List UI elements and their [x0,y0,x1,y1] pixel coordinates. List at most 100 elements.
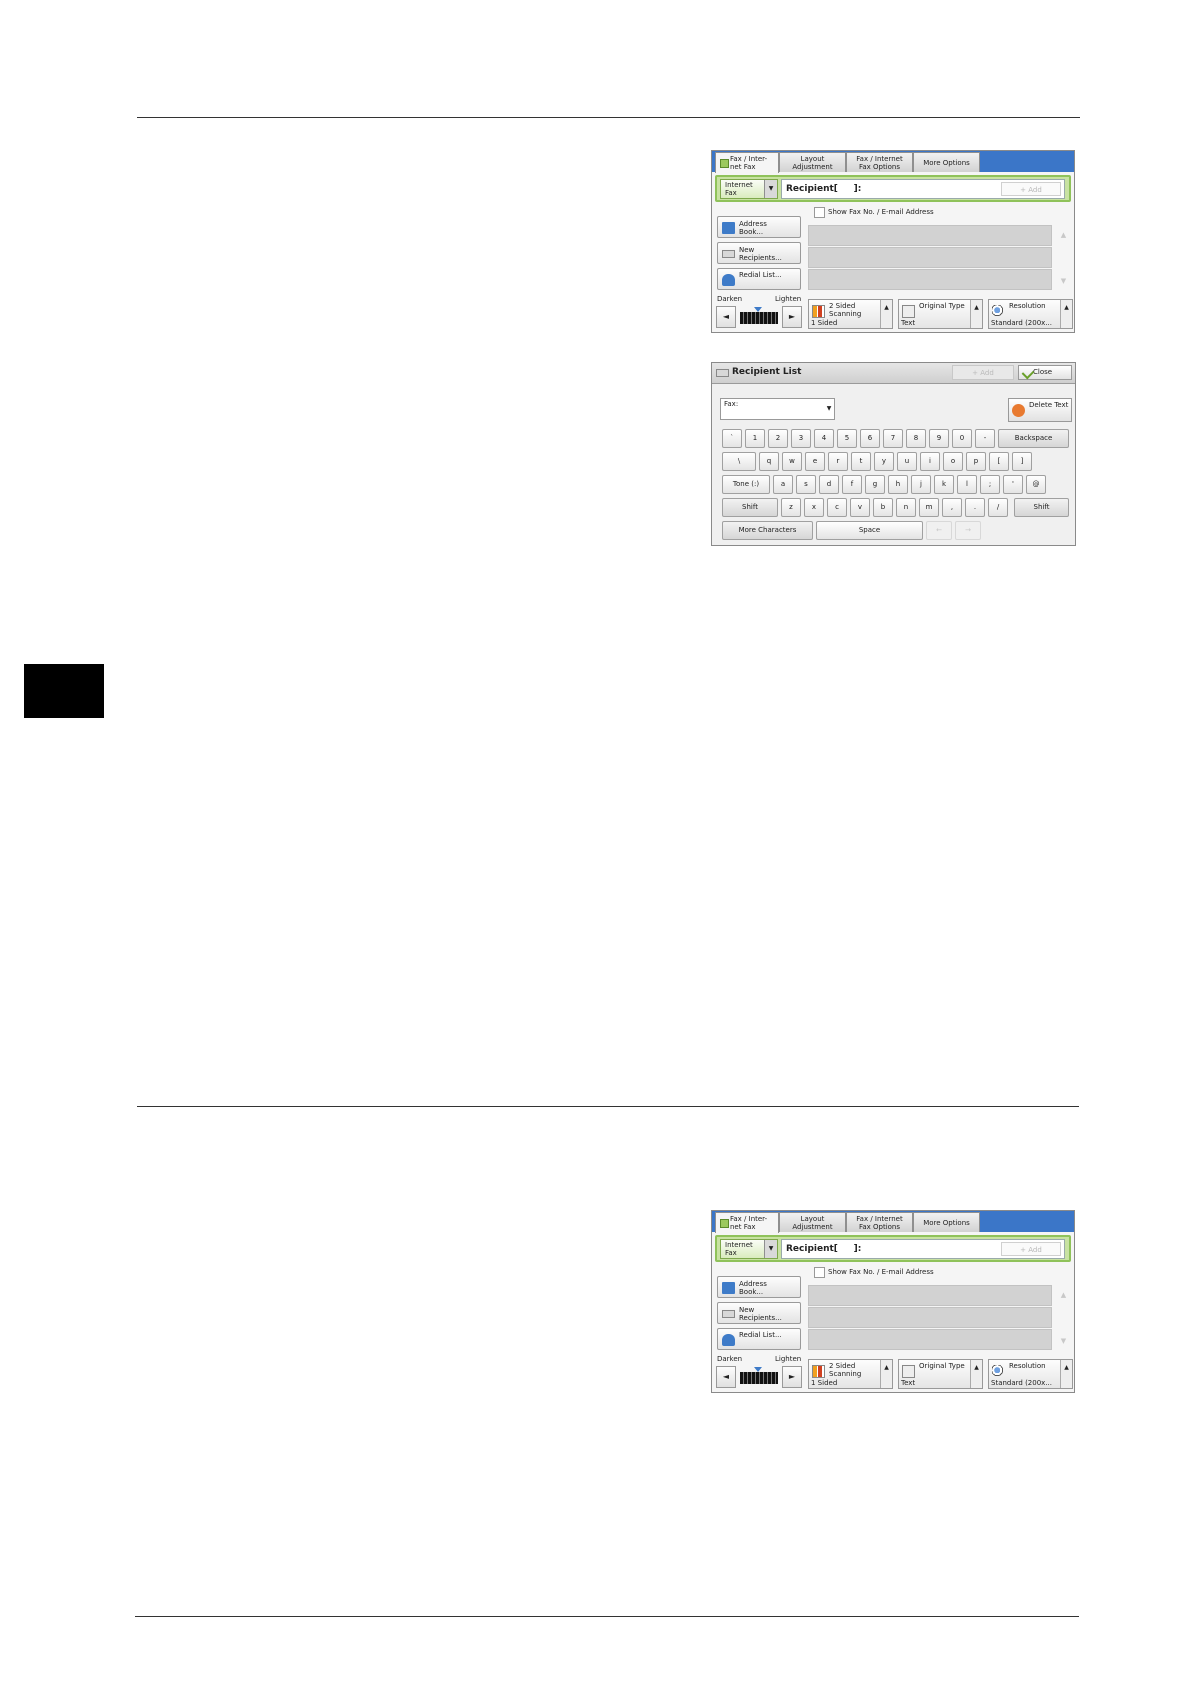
original-type-button[interactable]: Original Type Text ▲ [898,1359,983,1389]
key-11[interactable]: - [975,429,995,448]
list-row[interactable] [808,1285,1052,1306]
tab-fax-internet-fax[interactable]: Fax / Inter- net Fax [715,152,779,173]
original-type-button[interactable]: Original Type Text ▲ [898,299,983,329]
new-recipients-button[interactable]: New Recipients... [717,242,801,264]
key-2[interactable]: 2 [768,429,788,448]
list-row[interactable] [808,269,1052,290]
darken-arrow-button[interactable]: ◄ [716,306,736,328]
delete-text-button[interactable]: Delete Text [1008,398,1072,422]
key-r4-3[interactable]: v [850,498,870,517]
show-address-checkbox[interactable] [814,206,825,218]
key-0[interactable]: ` [722,429,742,448]
key-backslash[interactable]: \ [722,452,756,471]
key-r3-3[interactable]: f [842,475,862,494]
key-r3-6[interactable]: j [911,475,931,494]
density-slider[interactable]: ◄ ► [716,306,803,328]
redial-list-button[interactable]: Redial List... [717,1328,801,1350]
key-10[interactable]: 0 [952,429,972,448]
mode-select-button[interactable]: Internet Fax ▼ [720,179,778,199]
address-book-button[interactable]: Address Book... [717,1276,801,1298]
key-r3-0[interactable]: a [773,475,793,494]
tone-key[interactable]: Tone (:) [722,475,770,494]
key-r3-1[interactable]: s [796,475,816,494]
key-r4-1[interactable]: x [804,498,824,517]
density-slider[interactable]: ◄ ► [716,1366,803,1388]
scroll-down-icon[interactable]: ▼ [1055,1337,1072,1345]
add-button[interactable]: + Add [1001,182,1061,196]
key-r4-8[interactable]: . [965,498,985,517]
lighten-arrow-button[interactable]: ► [782,306,802,328]
key-r2-7[interactable]: i [920,452,940,471]
list-row[interactable] [808,247,1052,268]
key-r2-1[interactable]: w [782,452,802,471]
space-key[interactable]: Space [816,521,923,540]
key-r2-5[interactable]: y [874,452,894,471]
key-8[interactable]: 8 [906,429,926,448]
key-r3-4[interactable]: g [865,475,885,494]
scroll-up-icon[interactable]: ▲ [1055,1291,1072,1299]
key-r4-6[interactable]: m [919,498,939,517]
key-r4-2[interactable]: c [827,498,847,517]
key-r4-5[interactable]: n [896,498,916,517]
recipient-input[interactable]: Recipient[ ]: + Add [781,1239,1065,1259]
two-sided-scanning-button[interactable]: 2 Sided Scanning 1 Sided ▲ [808,1359,893,1389]
key-4[interactable]: 4 [814,429,834,448]
tab-fax-internet-fax[interactable]: Fax / Inter- net Fax [715,1212,779,1233]
density-scale[interactable] [740,1372,778,1384]
recipient-input[interactable]: Recipient[ ]: + Add [781,179,1065,199]
resolution-button[interactable]: Resolution Standard (200x... ▲ [988,1359,1073,1389]
key-6[interactable]: 6 [860,429,880,448]
key-r4-0[interactable]: z [781,498,801,517]
resolution-button[interactable]: Resolution Standard (200x... ▲ [988,299,1073,329]
list-row[interactable] [808,1329,1052,1350]
more-characters-key[interactable]: More Characters [722,521,813,540]
key-r2-2[interactable]: e [805,452,825,471]
left-arrow-icon[interactable]: ← [926,521,952,540]
key-r2-9[interactable]: p [966,452,986,471]
key-r3-2[interactable]: d [819,475,839,494]
key-r3-10[interactable]: ' [1003,475,1023,494]
darken-arrow-button[interactable]: ◄ [716,1366,736,1388]
mode-select-button[interactable]: Internet Fax ▼ [720,1239,778,1259]
density-scale[interactable] [740,312,778,324]
fax-type-dropdown[interactable]: Fax: ▼ [720,398,835,420]
tab-layout-adjustment[interactable]: Layout Adjustment [779,1212,846,1232]
backspace-key[interactable]: Backspace [998,429,1069,448]
key-r2-4[interactable]: t [851,452,871,471]
key-1[interactable]: 1 [745,429,765,448]
close-button[interactable]: Close [1018,365,1072,380]
tab-more-options[interactable]: More Options [913,1212,980,1232]
key-r3-7[interactable]: k [934,475,954,494]
key-r4-4[interactable]: b [873,498,893,517]
new-recipients-button[interactable]: New Recipients... [717,1302,801,1324]
show-address-checkbox-row[interactable]: Show Fax No. / E-mail Address [814,206,934,218]
key-r4-9[interactable]: / [988,498,1008,517]
key-r3-11[interactable]: @ [1026,475,1046,494]
key-r2-11[interactable]: ] [1012,452,1032,471]
key-r3-9[interactable]: ; [980,475,1000,494]
shift-right-key[interactable]: Shift [1014,498,1069,517]
key-3[interactable]: 3 [791,429,811,448]
right-arrow-icon[interactable]: → [955,521,981,540]
show-address-checkbox-row[interactable]: Show Fax No. / E-mail Address [814,1266,934,1278]
key-5[interactable]: 5 [837,429,857,448]
add-button[interactable]: + Add [952,365,1014,380]
key-r3-5[interactable]: h [888,475,908,494]
key-r2-8[interactable]: o [943,452,963,471]
list-row[interactable] [808,225,1052,246]
tab-fax-options[interactable]: Fax / Internet Fax Options [846,152,913,172]
list-scrollbar[interactable]: ▲ ▼ [1055,1285,1072,1351]
list-row[interactable] [808,1307,1052,1328]
scroll-up-icon[interactable]: ▲ [1055,231,1072,239]
scroll-down-icon[interactable]: ▼ [1055,277,1072,285]
tab-fax-options[interactable]: Fax / Internet Fax Options [846,1212,913,1232]
list-scrollbar[interactable]: ▲ ▼ [1055,225,1072,291]
key-r2-0[interactable]: q [759,452,779,471]
lighten-arrow-button[interactable]: ► [782,1366,802,1388]
key-r3-8[interactable]: l [957,475,977,494]
key-r2-3[interactable]: r [828,452,848,471]
key-r2-6[interactable]: u [897,452,917,471]
redial-list-button[interactable]: Redial List... [717,268,801,290]
tab-layout-adjustment[interactable]: Layout Adjustment [779,152,846,172]
key-r2-10[interactable]: [ [989,452,1009,471]
